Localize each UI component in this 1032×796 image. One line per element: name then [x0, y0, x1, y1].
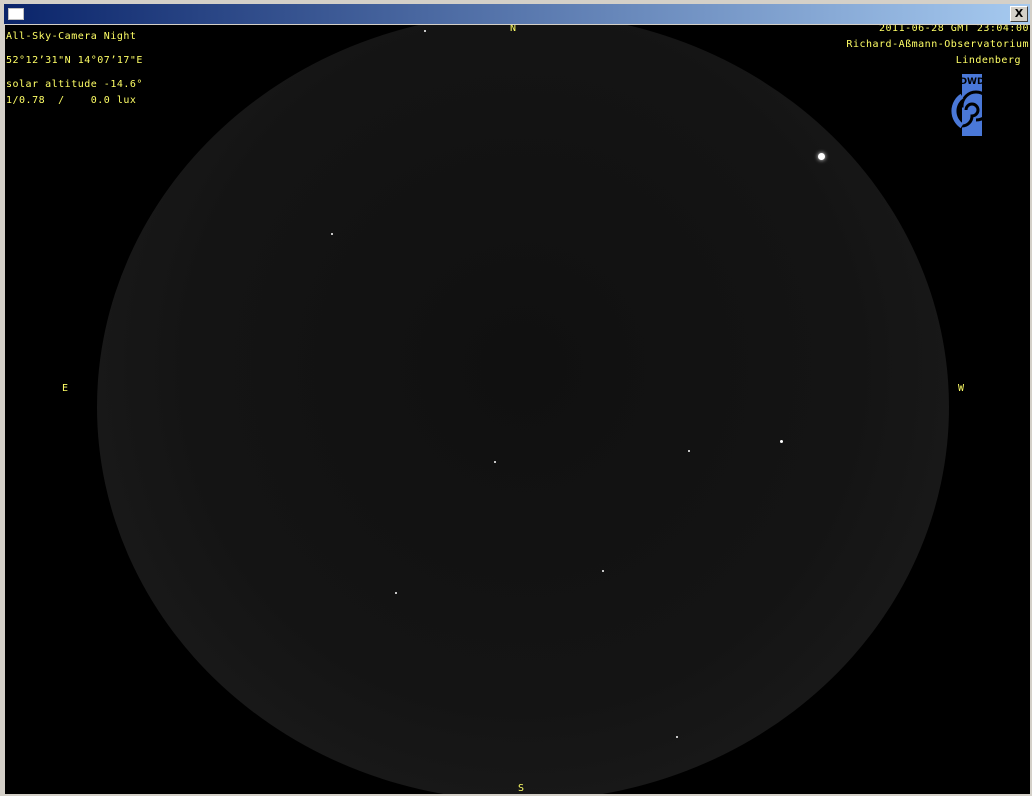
star	[494, 461, 496, 463]
star	[395, 592, 397, 594]
exposure-lux: 1/0.78 / 0.0 lux	[6, 95, 137, 106]
star	[331, 233, 333, 235]
star	[424, 30, 426, 32]
camera-window: X All-Sky-Camera Night 52°12’31"N 14°07’…	[0, 0, 1032, 796]
close-button[interactable]: X	[1010, 6, 1028, 22]
camera-coordinates: 52°12’31"N 14°07’17"E	[6, 55, 143, 66]
dwd-logo-text: DWD	[960, 77, 985, 87]
dwd-logo: DWD	[950, 74, 989, 136]
sky-dome	[97, 25, 949, 794]
all-sky-image: All-Sky-Camera Night 52°12’31"N 14°07’17…	[5, 25, 1030, 794]
compass-north: N	[510, 25, 517, 34]
bright-star	[818, 153, 825, 160]
compass-south: S	[518, 783, 525, 794]
datetime-stamp: 2011-06-28 GMT 23:04:00	[879, 25, 1029, 34]
location-name: Lindenberg	[955, 55, 1021, 66]
star	[780, 440, 783, 443]
solar-altitude: solar altitude -14.6°	[6, 79, 143, 90]
star	[688, 450, 690, 452]
star	[676, 736, 678, 738]
compass-east: E	[62, 383, 69, 394]
title-bar[interactable]: X	[4, 4, 1030, 24]
window-icon[interactable]	[8, 8, 24, 20]
camera-title: All-Sky-Camera Night	[6, 31, 137, 42]
compass-west: W	[958, 383, 965, 394]
star	[602, 570, 604, 572]
observatory-name: Richard-Aßmann-Observatorium	[846, 39, 1029, 50]
